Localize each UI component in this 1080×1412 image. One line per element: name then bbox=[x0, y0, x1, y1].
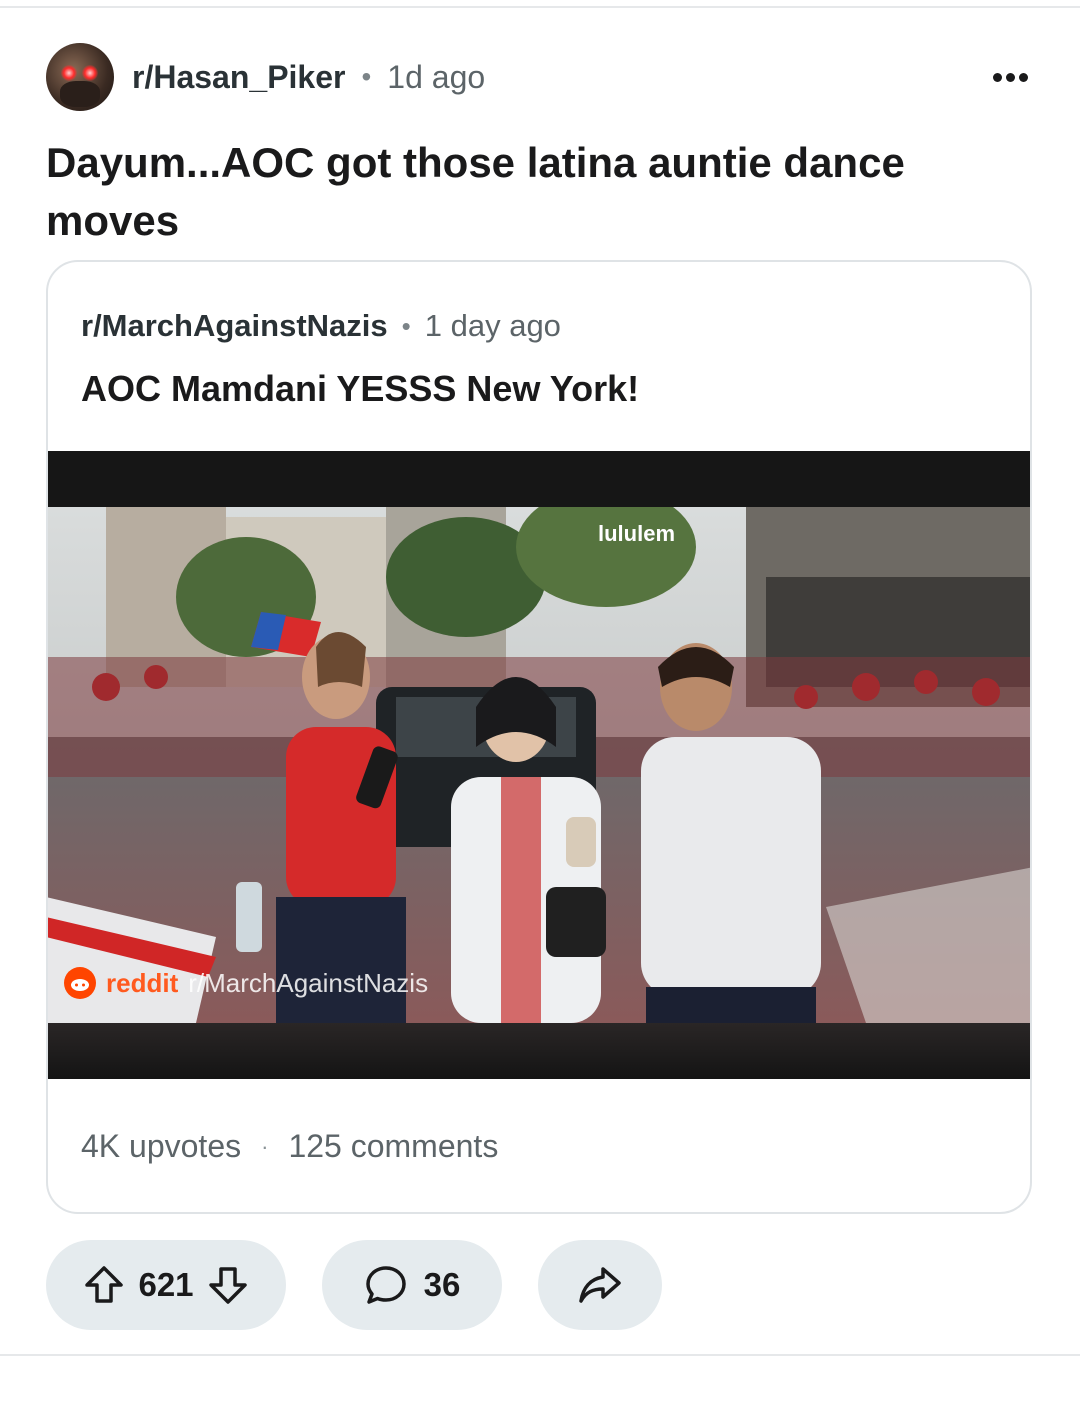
reddit-logo-icon bbox=[64, 967, 96, 999]
video-player[interactable]: lululem reddit r/MarchAgainstNazis bbox=[48, 451, 1030, 1079]
downvote-arrow-icon[interactable] bbox=[206, 1263, 250, 1307]
upvote-arrow-icon[interactable] bbox=[82, 1263, 126, 1307]
video-frame: lululem reddit r/MarchAgainstNazis bbox=[48, 507, 1030, 1023]
comment-bubble-icon bbox=[364, 1263, 408, 1307]
share-button[interactable] bbox=[538, 1240, 662, 1330]
watermark-brand: reddit bbox=[106, 967, 179, 998]
avatar-eye-left bbox=[61, 65, 77, 81]
more-dots-icon bbox=[1018, 72, 1028, 82]
post-title[interactable]: Dayum...AOC got those latina auntie danc… bbox=[46, 134, 1006, 250]
store-sign: lululem bbox=[598, 521, 676, 546]
subreddit-avatar[interactable] bbox=[46, 43, 114, 111]
video-letterbox-bottom bbox=[48, 1023, 1030, 1079]
crosspost-upvotes: 4K upvotes bbox=[81, 1128, 242, 1164]
avatar-eye-right bbox=[82, 65, 98, 81]
subreddit-name[interactable]: r/Hasan_Piker bbox=[132, 59, 345, 96]
crosspost-card[interactable]: r/MarchAgainstNazis • 1 day ago AOC Mamd… bbox=[46, 260, 1032, 1214]
comments-button[interactable]: 36 bbox=[322, 1240, 502, 1330]
crosspost-title[interactable]: AOC Mamdani YESSS New York! bbox=[81, 368, 639, 410]
post-action-bar: 621 36 bbox=[46, 1240, 662, 1330]
more-dots-icon bbox=[992, 72, 1002, 82]
share-arrow-icon bbox=[577, 1263, 623, 1307]
vote-count: 621 bbox=[138, 1266, 194, 1303]
meta-separator: • bbox=[361, 61, 372, 92]
stats-separator: · bbox=[261, 1133, 269, 1159]
video-watermark: reddit r/MarchAgainstNazis bbox=[64, 967, 428, 999]
more-options-button[interactable] bbox=[986, 57, 1034, 97]
crosspost-stats: 4K upvotes · 125 comments bbox=[81, 1128, 498, 1165]
comment-count: 36 bbox=[423, 1266, 461, 1303]
crosspost-age: 1 day ago bbox=[424, 308, 561, 343]
crosspost-separator: • bbox=[401, 310, 411, 341]
avatar-beard bbox=[60, 81, 100, 107]
crosspost-subreddit[interactable]: r/MarchAgainstNazis bbox=[81, 308, 388, 344]
more-dots-icon bbox=[1005, 72, 1015, 82]
video-letterbox-top bbox=[48, 451, 1030, 507]
post-header: r/Hasan_Piker • 1d ago bbox=[46, 42, 1034, 112]
post-age: 1d ago bbox=[387, 58, 486, 95]
crosspost-comments: 125 comments bbox=[288, 1128, 499, 1164]
watermark-subreddit: r/MarchAgainstNazis bbox=[188, 967, 429, 998]
top-divider bbox=[0, 6, 1080, 8]
crosspost-meta: r/MarchAgainstNazis • 1 day ago bbox=[81, 308, 561, 344]
vote-control: 621 bbox=[46, 1240, 286, 1330]
video-frame-image bbox=[48, 507, 1030, 1023]
post-divider bbox=[0, 1354, 1080, 1356]
